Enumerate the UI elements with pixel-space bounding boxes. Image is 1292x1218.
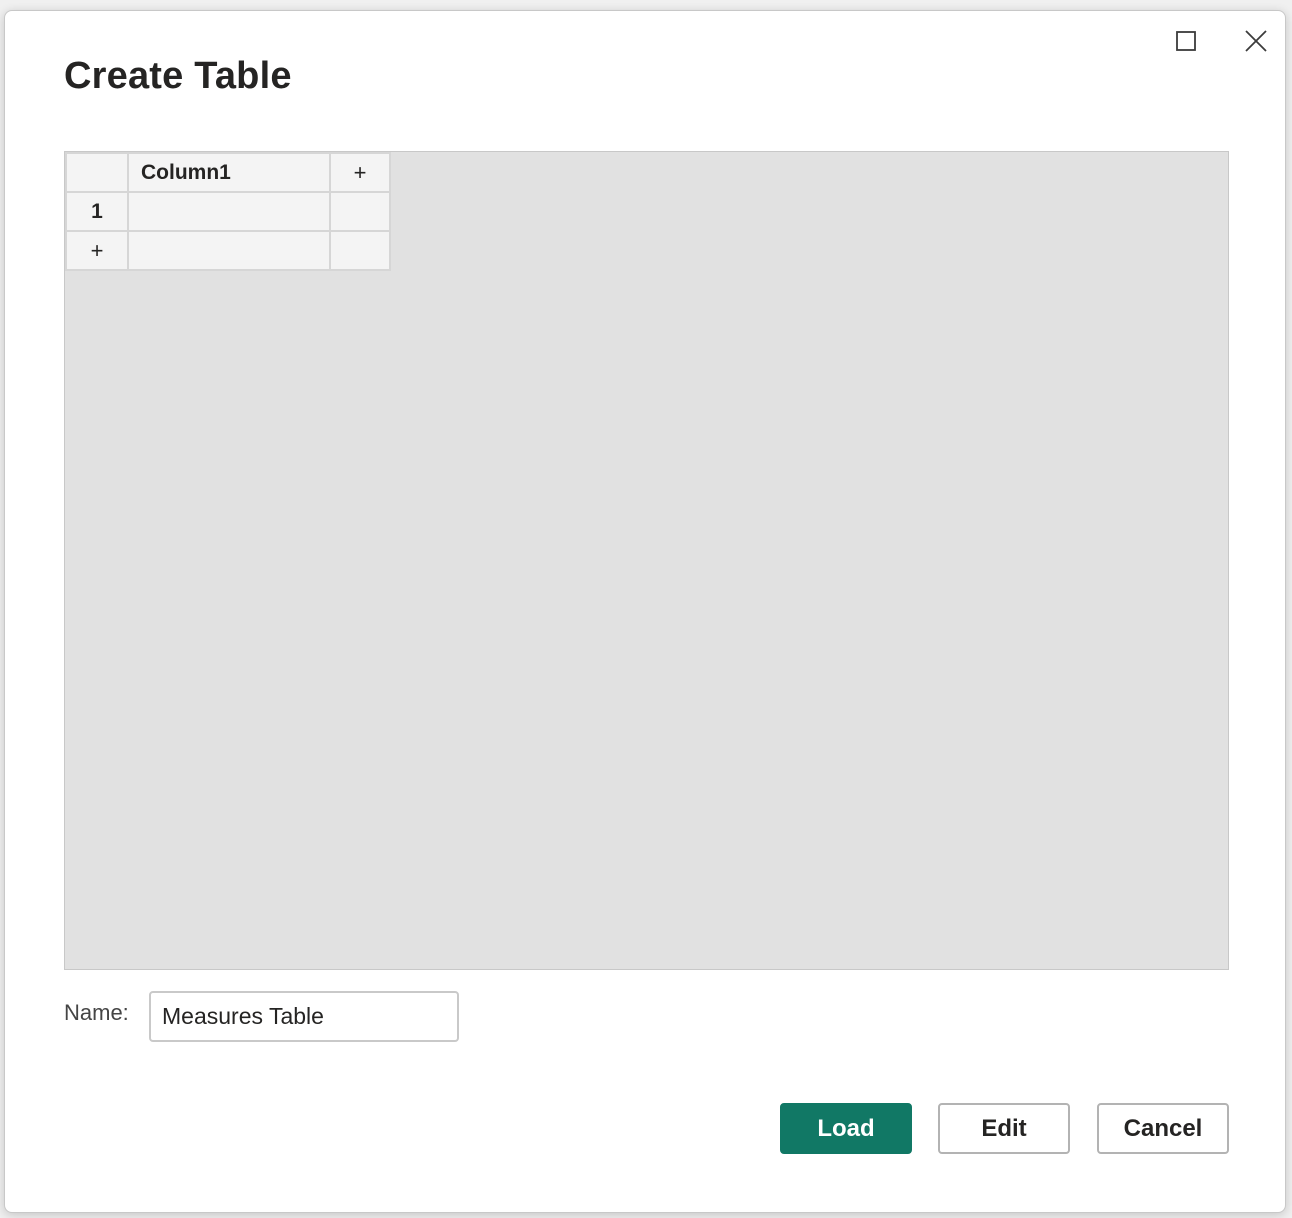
column-header[interactable]: Column1 — [127, 152, 331, 193]
create-table-dialog: Create Table Column1 + 1 + Name: Measure… — [4, 10, 1286, 1213]
empty-cell — [329, 230, 391, 271]
add-column-button[interactable]: + — [329, 152, 391, 193]
close-button[interactable] — [1236, 21, 1276, 61]
table-cell[interactable] — [127, 191, 331, 232]
name-input[interactable] — [149, 991, 459, 1042]
close-icon — [1244, 29, 1268, 53]
corner-cell — [65, 152, 129, 193]
table-editor-area: Column1 + 1 + — [64, 151, 1229, 970]
dialog-title: Create Table — [64, 55, 292, 97]
empty-cell — [127, 230, 331, 271]
table-grid: Column1 + 1 + — [65, 152, 391, 271]
maximize-icon — [1175, 30, 1197, 52]
add-row: + — [65, 230, 391, 271]
table-row: 1 — [65, 191, 391, 232]
add-row-button[interactable]: + — [65, 230, 129, 271]
name-label: Name: — [64, 1000, 129, 1025]
load-button[interactable]: Load — [780, 1103, 912, 1154]
row-number: 1 — [65, 191, 129, 232]
cancel-button[interactable]: Cancel — [1097, 1103, 1229, 1154]
header-row: Column1 + — [65, 152, 391, 193]
empty-cell — [329, 191, 391, 232]
maximize-button[interactable] — [1166, 21, 1206, 61]
edit-button[interactable]: Edit — [938, 1103, 1070, 1154]
